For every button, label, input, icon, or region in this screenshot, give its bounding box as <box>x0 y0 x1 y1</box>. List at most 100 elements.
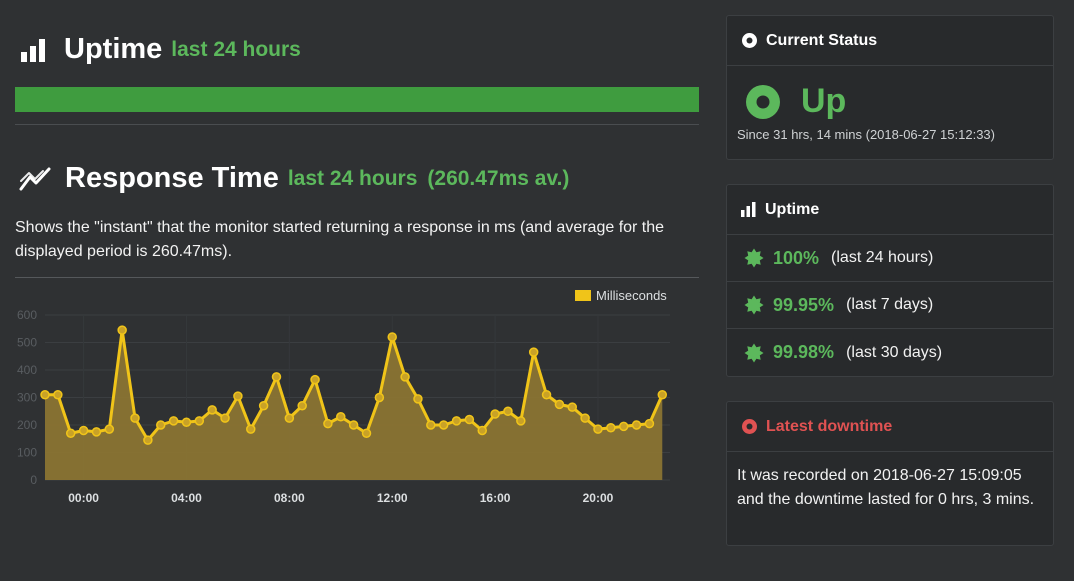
data-point <box>426 420 436 430</box>
uptime-subtitle: last 24 hours <box>171 37 301 61</box>
status-indicator: Up <box>727 66 1053 121</box>
data-point <box>451 416 462 426</box>
y-tick-label: 500 <box>17 336 37 350</box>
data-point <box>246 424 256 434</box>
latest-downtime-text: It was recorded on 2018-06-27 15:09:05 a… <box>737 467 1035 508</box>
uptime-value: 99.95% <box>773 294 835 315</box>
response-time-description: Shows the "instant" that the monitor sta… <box>15 219 665 260</box>
data-point <box>400 372 410 382</box>
data-point <box>91 427 102 437</box>
x-tick-label: 12:00 <box>377 491 408 505</box>
data-point <box>464 414 475 425</box>
status-since: Since 31 hrs, 14 mins (2018-06-27 15:12:… <box>737 127 995 142</box>
data-point <box>618 421 629 432</box>
uptime-panel-header: Uptime <box>727 185 1053 235</box>
bar-chart-icon <box>20 37 48 63</box>
x-tick-label: 20:00 <box>583 491 614 505</box>
dot-circle-icon <box>741 418 758 435</box>
data-point <box>78 425 89 436</box>
data-point <box>541 390 552 400</box>
data-point <box>284 413 295 423</box>
status-up-icon <box>745 84 781 120</box>
uptime-period: (last 7 days) <box>846 296 934 313</box>
uptime-value: 99.98% <box>773 342 835 362</box>
divider <box>15 124 699 125</box>
y-tick-label: 400 <box>17 363 37 377</box>
data-point <box>310 374 320 385</box>
y-tick-label: 0 <box>30 473 37 487</box>
data-point <box>516 416 526 426</box>
response-time-heading: Response Time last 24 hours (260.47ms av… <box>19 162 569 195</box>
response-time-title: Response Time <box>65 162 279 194</box>
uptime-heading: Uptime last 24 hours <box>20 33 301 66</box>
data-point <box>65 428 76 438</box>
data-point <box>220 413 230 423</box>
data-point <box>168 416 179 426</box>
uptime-period: (last 24 hours) <box>831 249 934 266</box>
y-tick-label: 300 <box>17 391 37 405</box>
data-point <box>606 423 616 433</box>
data-point <box>593 424 603 434</box>
legend-swatch <box>575 290 591 301</box>
data-point <box>580 413 590 423</box>
data-point <box>387 332 397 342</box>
uptime-row: 100% (last 24 hours) <box>727 235 1053 282</box>
uptime-bar <box>15 87 699 112</box>
uptime-title: Uptime <box>64 33 163 65</box>
latest-downtime-header: Latest downtime <box>727 402 1053 452</box>
status-value: Up <box>801 82 847 120</box>
x-tick-label: 04:00 <box>171 491 202 505</box>
data-point <box>297 401 307 411</box>
x-tick-label: 08:00 <box>274 491 305 505</box>
uptime-panel: Uptime 100% (last 24 hours) 99.95% (last… <box>726 184 1054 377</box>
current-status-panel: Current Status Up Since 31 hrs, 14 mins … <box>726 15 1054 160</box>
divider <box>15 277 699 278</box>
data-point <box>438 420 449 430</box>
uptime-row: 99.95% (last 7 days) <box>727 282 1053 329</box>
data-point <box>194 416 205 426</box>
data-point <box>348 420 359 430</box>
data-point <box>567 402 578 412</box>
data-point <box>155 420 166 430</box>
data-point <box>181 417 192 427</box>
dot-circle-icon <box>741 32 758 49</box>
data-point <box>323 418 333 429</box>
data-point <box>258 401 269 411</box>
uptime-row: 99.98% (last 30 days) <box>727 329 1053 376</box>
data-point <box>117 325 127 335</box>
x-tick-label: 16:00 <box>480 491 511 505</box>
y-tick-label: 600 <box>17 308 37 322</box>
data-point <box>657 390 668 400</box>
data-point <box>503 406 513 416</box>
data-point <box>143 435 153 445</box>
data-point <box>207 405 217 415</box>
data-point <box>361 428 372 438</box>
latest-downtime-panel: Latest downtime It was recorded on 2018-… <box>726 401 1054 546</box>
data-point <box>271 372 282 382</box>
y-tick-label: 100 <box>17 446 37 460</box>
data-point <box>374 392 385 403</box>
current-status-header: Current Status <box>727 16 1053 66</box>
data-point <box>554 399 565 410</box>
data-point <box>528 347 539 357</box>
legend-label: Milliseconds <box>596 288 667 303</box>
x-tick-label: 00:00 <box>68 491 99 505</box>
uptime-value: 100% <box>773 247 820 268</box>
response-time-chart: 0 100 200 300 400 500 600 00:00 04:00 08:00 12:00 1… <box>17 288 670 505</box>
badge-check-icon <box>744 343 764 363</box>
data-point <box>490 409 500 419</box>
data-point <box>130 413 140 423</box>
uptime-period: (last 30 days) <box>846 343 943 361</box>
data-point <box>104 424 115 434</box>
bar-chart-icon <box>741 202 757 217</box>
data-point <box>631 420 642 430</box>
data-point <box>53 390 63 400</box>
response-time-subtitle: last 24 hours <box>287 166 418 190</box>
data-point <box>233 391 243 401</box>
response-time-average: (260.47ms av.) <box>427 166 570 190</box>
current-status-title: Current Status <box>766 31 878 49</box>
data-point <box>40 390 50 400</box>
uptime-panel-title: Uptime <box>765 200 820 218</box>
y-tick-label: 200 <box>17 418 37 432</box>
line-chart-icon <box>19 165 51 193</box>
